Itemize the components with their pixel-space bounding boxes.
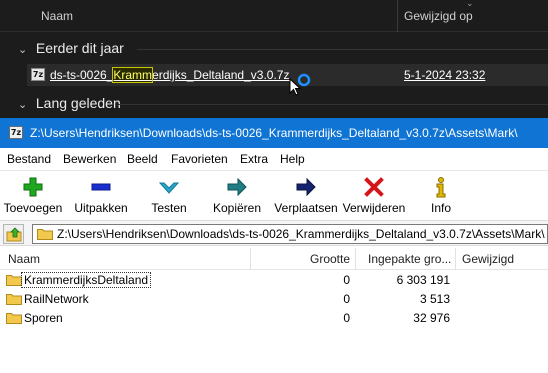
path-input[interactable]: Z:\Users\Hendriksen\Downloads\ds-ts-0026…: [32, 224, 548, 244]
menu-bewerken[interactable]: Bewerken: [63, 152, 116, 166]
folder-icon: [6, 275, 22, 286]
loading-spinner-icon: [297, 73, 311, 87]
minus-icon: [91, 183, 111, 191]
folder-icon: [37, 229, 53, 240]
folder-up-icon: [6, 227, 22, 242]
folder-up-button[interactable]: [3, 224, 24, 244]
row-packed-size: 6 303 191: [396, 273, 450, 287]
explorer-col-modified[interactable]: Gewijzigd op: [404, 9, 473, 23]
extract-label: Uitpakken: [74, 201, 128, 215]
delete-icon: [364, 177, 384, 197]
path-text: Z:\Users\Hendriksen\Downloads\ds-ts-0026…: [57, 227, 545, 241]
explorer-column-header: Naam Gewijzigd op ⌄: [0, 0, 548, 32]
explorer-col-name[interactable]: Naam: [41, 9, 73, 23]
delete-label: Verwijderen: [342, 201, 406, 215]
window-title: Z:\Users\Hendriksen\Downloads\ds-ts-0026…: [30, 126, 518, 140]
col-name[interactable]: Naam: [8, 252, 40, 266]
copy-label: Kopiëren: [212, 201, 262, 215]
add-label: Toevoegen: [3, 201, 63, 215]
title-bar[interactable]: 7z Z:\Users\Hendriksen\Downloads\ds-ts-0…: [0, 118, 548, 148]
group-divider: [137, 49, 548, 50]
group-label: Lang geleden: [35, 95, 121, 111]
column-separator[interactable]: [455, 248, 456, 270]
search-highlight: Kramm: [112, 67, 154, 83]
row-size: 0: [343, 311, 350, 325]
menu-help[interactable]: Help: [280, 152, 305, 166]
folder-icon: [6, 313, 22, 324]
test-label: Testen: [151, 201, 187, 215]
toolbar: Toevoegen Uitpakken Testen Kopiëren Verp…: [0, 170, 548, 218]
chevron-down-icon: ⌄: [18, 99, 28, 111]
delete-button[interactable]: Verwijderen: [340, 171, 408, 219]
move-button[interactable]: Verplaatsen: [272, 171, 340, 219]
row-name: Sporen: [24, 311, 63, 325]
folder-icon: [6, 294, 22, 305]
col-packed-size[interactable]: Ingepakte gro...: [368, 252, 451, 266]
column-separator[interactable]: [397, 0, 398, 32]
menu-bestand[interactable]: Bestand: [7, 152, 51, 166]
explorer-window: Naam Gewijzigd op ⌄ ⌄ Eerder dit jaar 7z…: [0, 0, 548, 118]
file-list-header: Naam Grootte Ingepakte gro... Gewijzigd: [0, 248, 548, 270]
row-name: KrammerdijksDeltaland: [20, 272, 152, 288]
col-size[interactable]: Grootte: [310, 252, 350, 266]
copy-button[interactable]: Kopiëren: [206, 171, 268, 219]
row-size: 0: [343, 292, 350, 306]
test-icon: [158, 182, 180, 194]
move-label: Verplaatsen: [274, 201, 338, 215]
menu-favorieten[interactable]: Favorieten: [171, 152, 228, 166]
info-label: Info: [430, 201, 451, 215]
add-button[interactable]: Toevoegen: [2, 171, 64, 219]
group-divider: [118, 104, 548, 105]
menu-bar: Bestand Bewerken Beeld Favorieten Extra …: [0, 148, 548, 170]
column-separator[interactable]: [250, 248, 251, 270]
group-header-long-ago[interactable]: ⌄ Lang geleden: [18, 95, 121, 111]
menu-extra[interactable]: Extra: [240, 152, 268, 166]
info-button[interactable]: Info: [418, 171, 464, 219]
table-row[interactable]: Sporen 0 32 976: [0, 309, 548, 328]
sevenzip-window: 7z Z:\Users\Hendriksen\Downloads\ds-ts-0…: [0, 118, 548, 373]
archive-file-icon: 7z: [31, 68, 45, 81]
copy-icon: [227, 177, 247, 197]
file-modified-date: 5-1-2024 23:32: [404, 68, 486, 82]
table-row[interactable]: RailNetwork 0 3 513: [0, 290, 548, 309]
table-row[interactable]: KrammerdijksDeltaland 0 6 303 191: [0, 271, 548, 290]
info-icon: [436, 177, 446, 198]
row-packed-size: 3 513: [419, 292, 450, 306]
col-modified[interactable]: Gewijzigd: [462, 252, 514, 266]
sort-indicator-icon: ⌄: [466, 0, 474, 8]
plus-icon: [23, 177, 43, 197]
extract-button[interactable]: Uitpakken: [70, 171, 132, 219]
group-label: Eerder dit jaar: [35, 40, 124, 56]
move-icon: [296, 177, 316, 197]
row-packed-size: 32 976: [413, 311, 450, 325]
chevron-down-icon: ⌄: [18, 44, 28, 56]
row-name: RailNetwork: [24, 292, 89, 306]
sevenzip-app-icon: 7z: [9, 126, 23, 139]
group-header-this-year[interactable]: ⌄ Eerder dit jaar: [18, 40, 124, 56]
menu-beeld[interactable]: Beeld: [127, 152, 158, 166]
test-button[interactable]: Testen: [140, 171, 198, 219]
address-bar: Z:\Users\Hendriksen\Downloads\ds-ts-0026…: [0, 220, 548, 246]
column-separator[interactable]: [355, 248, 356, 270]
row-size: 0: [343, 273, 350, 287]
file-name[interactable]: ds-ts-0026_Krammerdijks_Deltaland_v3.0.7…: [50, 67, 289, 83]
